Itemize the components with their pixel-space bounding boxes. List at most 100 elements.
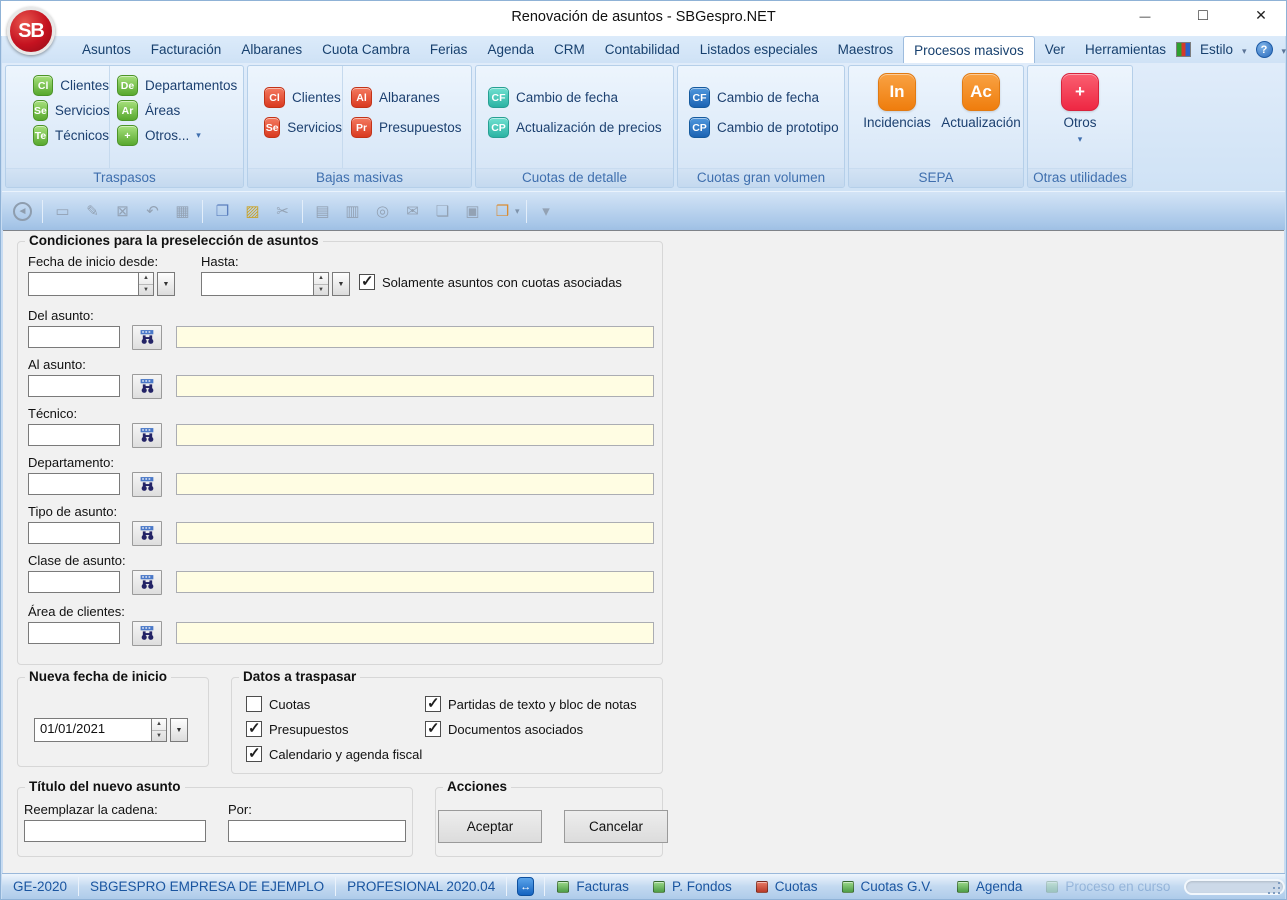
por-input[interactable] <box>228 820 406 842</box>
menu-listados-especiales[interactable]: Listados especiales <box>690 38 828 61</box>
help-dropdown-arrow-icon[interactable] <box>1282 42 1287 57</box>
delete-button[interactable]: ⊠ <box>109 199 136 224</box>
menu-agenda[interactable]: Agenda <box>477 38 544 61</box>
remote-support-icon[interactable]: ↔ <box>517 877 534 896</box>
close-button[interactable] <box>1252 7 1270 25</box>
partidas-checkbox[interactable] <box>425 696 441 712</box>
menu-herramientas[interactable]: Herramientas <box>1075 38 1176 61</box>
reemplazar-input[interactable] <box>24 820 206 842</box>
del-asunto-search-button[interactable] <box>132 325 162 350</box>
status-item-cuotas-gv[interactable]: Cuotas G.V. <box>830 879 945 894</box>
departamento-search-button[interactable] <box>132 472 162 497</box>
nueva-fecha-spinner[interactable]: ▲▼ <box>152 718 167 742</box>
cuotas-detalle-cambio-fecha-button[interactable]: CF Cambio de fecha <box>488 87 662 108</box>
tipo-asunto-search-button[interactable] <box>132 521 162 546</box>
help-icon[interactable]: ? <box>1256 41 1273 58</box>
menu-ferias[interactable]: Ferias <box>420 38 478 61</box>
print-setup-button[interactable]: ▥ <box>339 199 366 224</box>
save-button[interactable]: ▦ <box>169 199 196 224</box>
preview-button[interactable]: ◎ <box>369 199 396 224</box>
al-asunto-input[interactable] <box>28 375 120 397</box>
status-item-cuotas[interactable]: Cuotas <box>744 879 830 894</box>
status-item-facturas[interactable]: Facturas <box>545 879 641 894</box>
presupuestos-checkbox-row[interactable]: Presupuestos <box>246 721 349 737</box>
copy-button[interactable]: ❐ <box>209 199 236 224</box>
nueva-fecha-calendar-button[interactable]: ▼ <box>170 718 188 742</box>
departamento-input[interactable] <box>28 473 120 495</box>
cuotas-gv-cambio-prototipo-button[interactable]: CP Cambio de prototipo <box>689 117 839 138</box>
hasta-spinner[interactable]: ▲▼ <box>314 272 329 296</box>
bajas-servicios-button[interactable]: Se Servicios <box>264 117 342 138</box>
back-button[interactable]: ◄ <box>9 199 36 224</box>
solo-cuotas-checkbox[interactable] <box>359 274 375 290</box>
calendario-checkbox-row[interactable]: Calendario y agenda fiscal <box>246 746 422 762</box>
style-dropdown-arrow-icon[interactable] <box>1242 42 1247 57</box>
traspasos-areas-button[interactable]: Ar Áreas <box>117 100 237 121</box>
menu-ver[interactable]: Ver <box>1035 38 1075 61</box>
resize-grip[interactable] <box>1278 892 1280 894</box>
cuotas-checkbox-row[interactable]: Cuotas <box>246 696 310 712</box>
traspasos-servicios-button[interactable]: Se Servicios <box>33 100 109 121</box>
traspasos-clientes-button[interactable]: Cl Clientes <box>33 75 109 96</box>
cancelar-button[interactable]: Cancelar <box>564 810 668 843</box>
sepa-incidencias-button[interactable]: In Incidencias <box>855 66 939 168</box>
hasta-calendar-button[interactable]: ▼ <box>332 272 350 296</box>
tecnico-input[interactable] <box>28 424 120 446</box>
status-item-p-fondos[interactable]: P. Fondos <box>641 879 744 894</box>
paste-button[interactable]: ▨ <box>239 199 266 224</box>
list-button[interactable]: ▣ <box>459 199 486 224</box>
fecha-desde-spinner[interactable]: ▲▼ <box>139 272 154 296</box>
windows-button[interactable]: ❒ <box>489 199 516 224</box>
cuotas-gv-cambio-fecha-button[interactable]: CF Cambio de fecha <box>689 87 839 108</box>
documentos-checkbox[interactable] <box>425 721 441 737</box>
cut-button[interactable]: ✂ <box>269 199 296 224</box>
clase-asunto-search-button[interactable] <box>132 570 162 595</box>
cuotas-checkbox[interactable] <box>246 696 262 712</box>
aceptar-button[interactable]: Aceptar <box>438 810 542 843</box>
menu-facturacion[interactable]: Facturación <box>141 38 232 61</box>
menu-procesos-masivos[interactable]: Procesos masivos <box>903 36 1035 63</box>
send-button[interactable]: ✉ <box>399 199 426 224</box>
minimize-button[interactable] <box>1136 7 1154 25</box>
sepa-actualizacion-button[interactable]: Ac Actualización <box>939 66 1023 168</box>
area-clientes-input[interactable] <box>28 622 120 644</box>
new-button[interactable]: ▭ <box>49 199 76 224</box>
nueva-fecha-input[interactable]: 01/01/2021 <box>34 718 152 742</box>
presupuestos-checkbox[interactable] <box>246 721 262 737</box>
traspasos-otros-button[interactable]: + Otros... ▾ <box>117 125 237 146</box>
menu-maestros[interactable]: Maestros <box>828 38 904 61</box>
edit-button[interactable]: ✎ <box>79 199 106 224</box>
menu-albaranes[interactable]: Albaranes <box>231 38 312 61</box>
status-item-agenda[interactable]: Agenda <box>945 879 1035 894</box>
area-clientes-search-button[interactable] <box>132 621 162 646</box>
fecha-desde-input[interactable] <box>28 272 139 296</box>
tecnico-search-button[interactable] <box>132 423 162 448</box>
windows-dropdown-arrow-icon[interactable]: ▾ <box>515 206 520 217</box>
maximize-button[interactable] <box>1194 7 1212 25</box>
otras-otros-button[interactable]: + Otros ▾ <box>1061 66 1099 168</box>
documentos-checkbox-row[interactable]: Documentos asociados <box>425 721 583 737</box>
print-button[interactable]: ▤ <box>309 199 336 224</box>
bajas-albaranes-button[interactable]: Al Albaranes <box>351 87 462 108</box>
calendario-checkbox[interactable] <box>246 746 262 762</box>
toolbar-overflow-button[interactable]: ▾ <box>533 199 560 224</box>
report-button[interactable]: ❏ <box>429 199 456 224</box>
bajas-presupuestos-button[interactable]: Pr Presupuestos <box>351 117 462 138</box>
menu-crm[interactable]: CRM <box>544 38 595 61</box>
solo-cuotas-checkbox-row[interactable]: Solamente asuntos con cuotas asociadas <box>359 274 622 290</box>
style-selector[interactable]: Estilo <box>1200 42 1233 57</box>
tipo-asunto-input[interactable] <box>28 522 120 544</box>
traspasos-departamentos-button[interactable]: De Departamentos <box>117 75 237 96</box>
del-asunto-input[interactable] <box>28 326 120 348</box>
menu-cuota-cambra[interactable]: Cuota Cambra <box>312 38 420 61</box>
partidas-checkbox-row[interactable]: Partidas de texto y bloc de notas <box>425 696 637 712</box>
clase-asunto-input[interactable] <box>28 571 120 593</box>
al-asunto-search-button[interactable] <box>132 374 162 399</box>
bajas-clientes-button[interactable]: Cl Clientes <box>264 87 342 108</box>
menu-contabilidad[interactable]: Contabilidad <box>595 38 690 61</box>
fecha-desde-calendar-button[interactable]: ▼ <box>157 272 175 296</box>
hasta-input[interactable] <box>201 272 314 296</box>
cuotas-detalle-actualizacion-precios-button[interactable]: CP Actualización de precios <box>488 117 662 138</box>
menu-asuntos[interactable]: Asuntos <box>72 38 141 61</box>
traspasos-tecnicos-button[interactable]: Te Técnicos <box>33 125 109 146</box>
